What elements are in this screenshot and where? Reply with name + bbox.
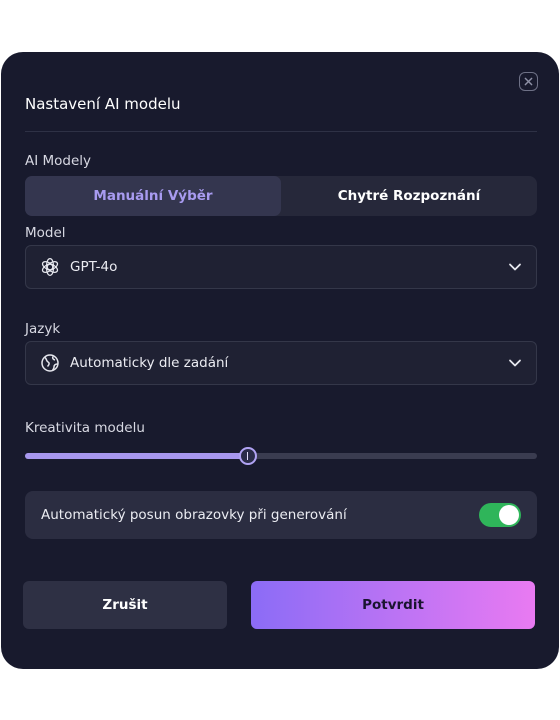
model-label: Model — [25, 225, 66, 241]
model-value: GPT-4o — [70, 259, 118, 275]
auto-scroll-toggle[interactable] — [479, 503, 521, 527]
ai-models-switch: Manuální Výběr Chytré Rozpoznání — [25, 176, 537, 216]
openai-icon — [40, 257, 60, 277]
close-icon — [524, 77, 533, 86]
language-label: Jazyk — [25, 321, 61, 337]
ai-models-label: AI Modely — [25, 153, 92, 169]
slider-fill — [25, 453, 248, 459]
modal-title: Nastavení AI modelu — [25, 95, 181, 113]
manual-selection-tab[interactable]: Manuální Výběr — [25, 176, 281, 216]
close-button[interactable] — [519, 72, 538, 91]
settings-modal: Nastavení AI modelu AI Modely Manuální V… — [1, 52, 559, 669]
smart-detection-tab[interactable]: Chytré Rozpoznání — [281, 176, 537, 216]
auto-scroll-row: Automatický posun obrazovky při generová… — [25, 491, 537, 539]
confirm-button[interactable]: Potvrdit — [251, 581, 535, 629]
slider-thumb[interactable] — [238, 447, 257, 465]
auto-scroll-label: Automatický posun obrazovky při generová… — [41, 507, 347, 523]
cancel-button[interactable]: Zrušit — [23, 581, 227, 629]
toggle-knob — [499, 505, 519, 525]
chevron-down-icon — [508, 356, 522, 370]
title-divider — [25, 131, 537, 132]
language-value: Automaticky dle zadání — [70, 355, 229, 371]
language-select[interactable]: Automaticky dle zadání — [25, 341, 537, 385]
model-select[interactable]: GPT-4o — [25, 245, 537, 289]
chevron-down-icon — [508, 260, 522, 274]
creativity-label: Kreativita modelu — [25, 420, 145, 436]
globe-icon — [40, 353, 60, 373]
creativity-slider[interactable] — [25, 447, 537, 465]
